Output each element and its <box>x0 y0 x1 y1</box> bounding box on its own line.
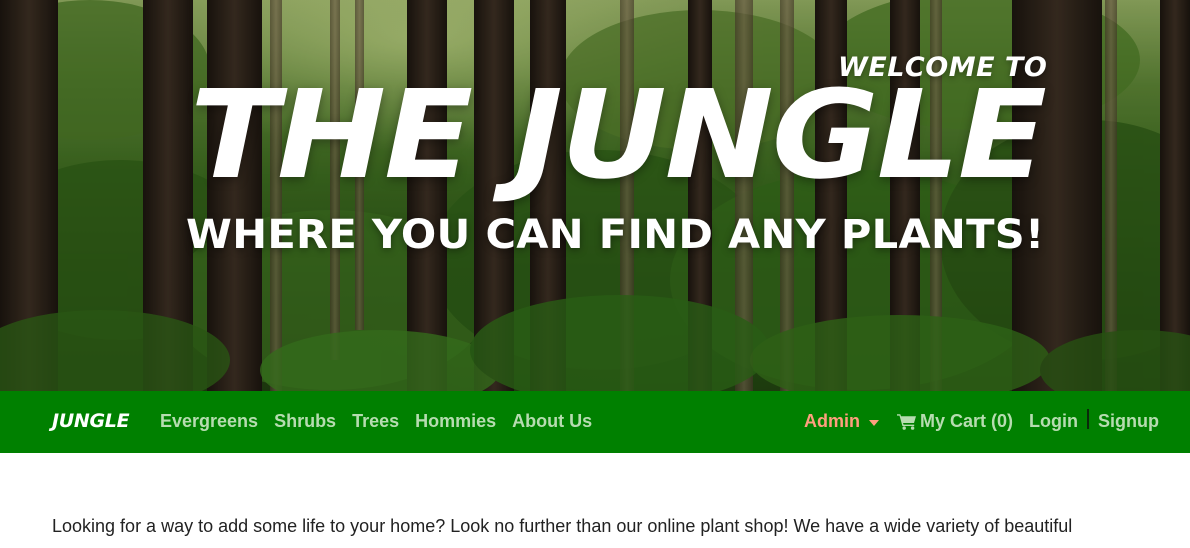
signup-link[interactable]: Signup <box>1098 411 1159 432</box>
cart-label: My Cart (0) <box>920 411 1014 431</box>
hero-text: WELCOME TO THE JUNGLE WHERE YOU CAN FIND… <box>0 0 1190 391</box>
nav-link-trees[interactable]: Trees <box>352 411 399 432</box>
hero-title: THE JUNGLE <box>190 64 1047 206</box>
caret-down-icon <box>869 419 879 426</box>
nav-right: Admin My Cart (0) Login Signup <box>804 408 1159 432</box>
shopping-cart-icon <box>897 414 916 430</box>
nav-links: Evergreens Shrubs Trees Hommies About Us <box>160 411 608 432</box>
cart-link[interactable]: My Cart (0) <box>897 411 1013 432</box>
main-navbar: JUNGLE Evergreens Shrubs Trees Hommies A… <box>0 391 1190 453</box>
admin-dropdown[interactable]: Admin <box>804 411 879 432</box>
intro-paragraph: Looking for a way to add some life to yo… <box>52 516 1073 536</box>
nav-link-about-us[interactable]: About Us <box>512 411 592 432</box>
login-link[interactable]: Login <box>1029 411 1078 432</box>
admin-label: Admin <box>804 411 860 431</box>
hero-banner: WELCOME TO THE JUNGLE WHERE YOU CAN FIND… <box>0 0 1190 391</box>
nav-link-evergreens[interactable]: Evergreens <box>160 411 258 432</box>
nav-link-shrubs[interactable]: Shrubs <box>274 411 336 432</box>
nav-link-hommies[interactable]: Hommies <box>415 411 496 432</box>
navbar-brand[interactable]: JUNGLE <box>52 410 130 432</box>
nav-divider <box>1087 408 1089 429</box>
hero-tagline: WHERE YOU CAN FIND ANY PLANTS! <box>186 212 1045 258</box>
